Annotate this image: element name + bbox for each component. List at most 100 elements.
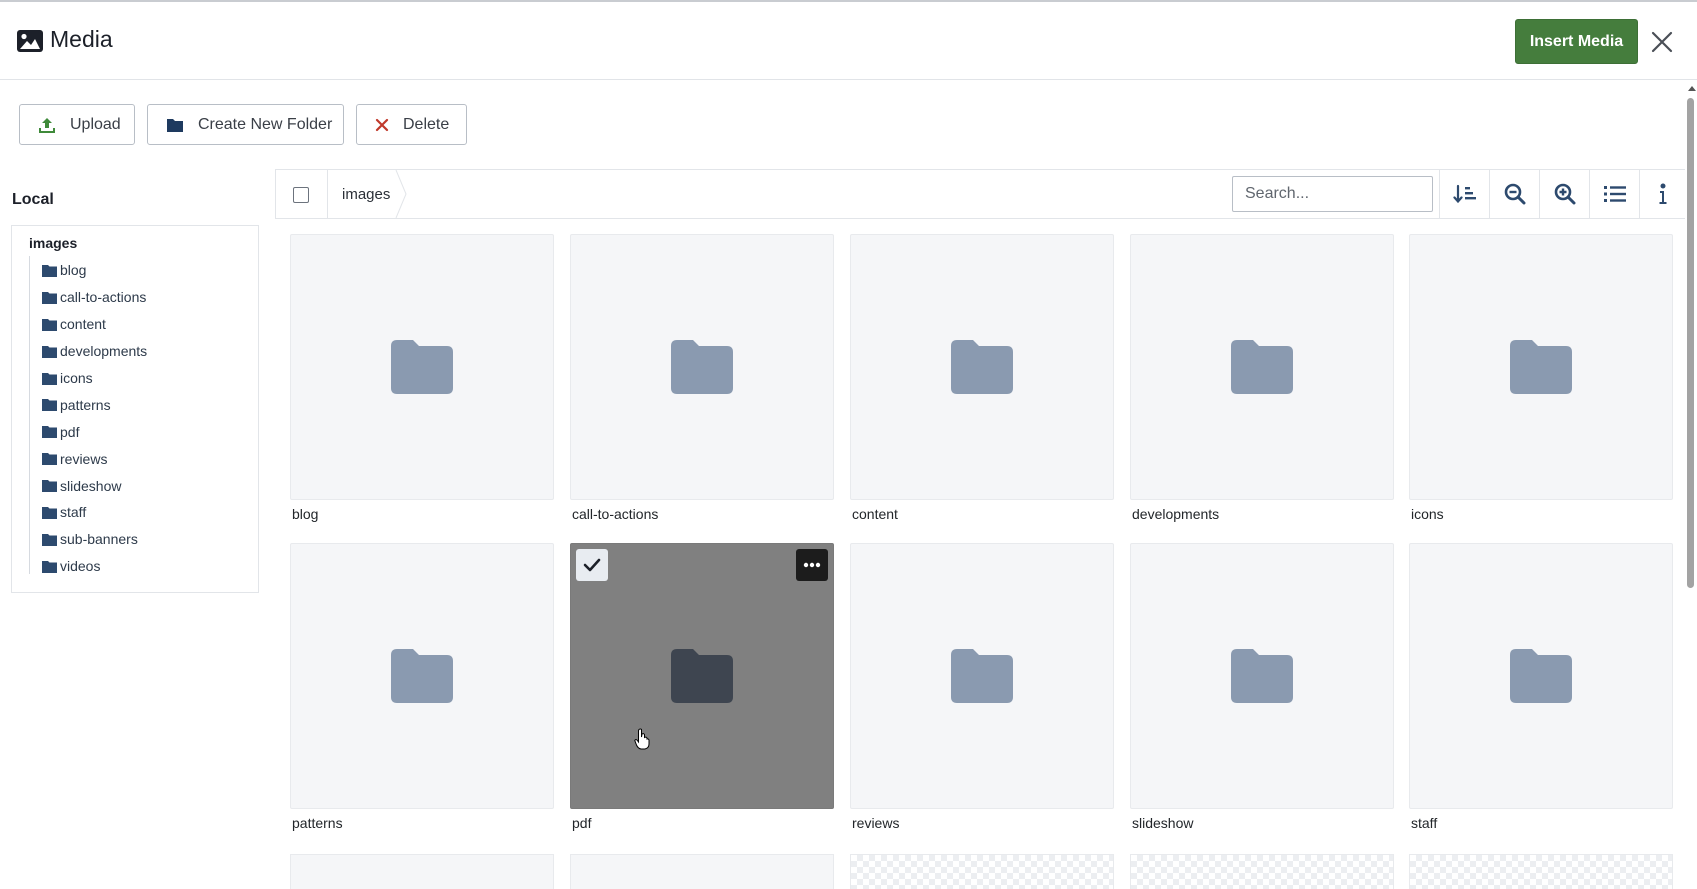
- folder-icon: [1510, 340, 1572, 394]
- browser-toolbar: images: [275, 169, 1685, 219]
- zoom-out-button[interactable]: [1489, 170, 1539, 218]
- folder-card[interactable]: patterns: [290, 543, 554, 831]
- tree-item[interactable]: pdf: [42, 418, 147, 445]
- tree-item[interactable]: reviews: [42, 445, 147, 472]
- folder-icon: [42, 318, 57, 331]
- folder-icon: [42, 426, 57, 439]
- folder-icon: [391, 649, 453, 703]
- tree-item[interactable]: developments: [42, 338, 147, 365]
- upload-label: Upload: [70, 115, 121, 133]
- folder-thumbnail[interactable]: [290, 234, 554, 500]
- tree-item[interactable]: patterns: [42, 391, 147, 418]
- folder-thumbnail[interactable]: [850, 234, 1114, 500]
- ellipsis-icon: [803, 562, 821, 568]
- folder-icon: [42, 291, 57, 304]
- zoom-in-icon: [1554, 183, 1575, 205]
- search-input[interactable]: [1232, 176, 1433, 212]
- breadcrumb-chevron-icon: [395, 170, 407, 218]
- tree-root[interactable]: images: [29, 235, 77, 251]
- folder-icon: [42, 345, 57, 358]
- list-view-button[interactable]: [1589, 170, 1639, 218]
- folder-icon: [42, 372, 57, 385]
- tree-item[interactable]: icons: [42, 365, 147, 392]
- folder-card[interactable]: icons: [1409, 234, 1673, 522]
- folder-name: content: [852, 506, 898, 522]
- tree-rail: [29, 256, 30, 574]
- partial-image-card[interactable]: [850, 854, 1114, 889]
- folder-icon: [391, 340, 453, 394]
- modal-title: Media: [50, 26, 113, 52]
- folder-name: developments: [1132, 506, 1220, 522]
- tree-item[interactable]: slideshow: [42, 472, 147, 499]
- select-all-checkbox[interactable]: [293, 187, 309, 203]
- folder-icon: [167, 118, 183, 132]
- folder-icon: [1231, 340, 1293, 394]
- create-folder-button[interactable]: Create New Folder: [147, 104, 344, 145]
- folder-card[interactable]: staff: [1409, 543, 1673, 831]
- close-icon[interactable]: [1650, 30, 1674, 54]
- folder-name: blog: [292, 506, 319, 522]
- tree-item[interactable]: videos: [42, 553, 147, 580]
- divider: [327, 170, 328, 218]
- more-actions-button[interactable]: [796, 549, 828, 581]
- delete-label: Delete: [403, 115, 450, 133]
- folder-card[interactable]: content: [850, 234, 1114, 522]
- folder-icon: [42, 506, 57, 519]
- info-button[interactable]: [1639, 170, 1686, 218]
- folder-icon: [42, 453, 57, 466]
- folder-name: pdf: [572, 815, 592, 831]
- folder-thumbnail[interactable]: [1409, 543, 1673, 809]
- folder-icon: [951, 340, 1013, 394]
- folder-icon: [1231, 649, 1293, 703]
- partial-card[interactable]: [570, 854, 834, 889]
- sort-button[interactable]: [1439, 170, 1489, 218]
- sort-icon: [1452, 184, 1476, 204]
- delete-button[interactable]: Delete: [356, 104, 467, 145]
- tree-item[interactable]: blog: [42, 257, 147, 284]
- folder-name: staff: [1411, 815, 1438, 831]
- folder-name: slideshow: [1132, 815, 1194, 831]
- tree-item[interactable]: call-to-actions: [42, 284, 147, 311]
- folder-card-selected[interactable]: pdf: [570, 543, 834, 831]
- folder-icon: [671, 649, 733, 703]
- folder-icon: [42, 560, 57, 573]
- folder-thumbnail[interactable]: [1130, 543, 1394, 809]
- tree-item[interactable]: content: [42, 311, 147, 338]
- folder-name: patterns: [292, 815, 343, 831]
- partial-card[interactable]: [290, 854, 554, 889]
- folder-card[interactable]: call-to-actions: [570, 234, 834, 522]
- tree-item[interactable]: sub-banners: [42, 526, 147, 553]
- partial-image-card[interactable]: [1130, 854, 1394, 889]
- folder-icon: [671, 340, 733, 394]
- folder-thumbnail[interactable]: [1130, 234, 1394, 500]
- folder-name: call-to-actions: [572, 506, 659, 522]
- folder-icon: [42, 533, 57, 546]
- zoom-in-button[interactable]: [1539, 170, 1589, 218]
- insert-media-button[interactable]: Insert Media: [1515, 19, 1638, 64]
- scrollbar-thumb[interactable]: [1687, 98, 1694, 588]
- list-icon: [1603, 186, 1626, 202]
- tree-item[interactable]: staff: [42, 499, 147, 526]
- folder-card[interactable]: developments: [1130, 234, 1394, 522]
- folder-thumbnail[interactable]: [570, 543, 834, 809]
- check-icon: [583, 558, 601, 572]
- folder-icon: [42, 480, 57, 493]
- folder-thumbnail[interactable]: [290, 543, 554, 809]
- breadcrumb[interactable]: images: [342, 186, 390, 203]
- create-folder-label: Create New Folder: [198, 115, 333, 133]
- modal-header: Media Insert Media: [0, 2, 1697, 80]
- folder-icon: [42, 264, 57, 277]
- folder-card[interactable]: slideshow: [1130, 543, 1394, 831]
- zoom-out-icon: [1504, 183, 1525, 205]
- folder-thumbnail[interactable]: [570, 234, 834, 500]
- folder-thumbnail[interactable]: [1409, 234, 1673, 500]
- scroll-up-arrow-icon[interactable]: [1688, 86, 1696, 91]
- info-icon: [1659, 183, 1667, 204]
- selected-check-toggle[interactable]: [576, 549, 608, 581]
- partial-image-card[interactable]: [1409, 854, 1673, 889]
- folder-thumbnail[interactable]: [850, 543, 1114, 809]
- folder-icon: [1510, 649, 1572, 703]
- upload-button[interactable]: Upload: [19, 104, 135, 145]
- folder-card[interactable]: blog: [290, 234, 554, 522]
- folder-card[interactable]: reviews: [850, 543, 1114, 831]
